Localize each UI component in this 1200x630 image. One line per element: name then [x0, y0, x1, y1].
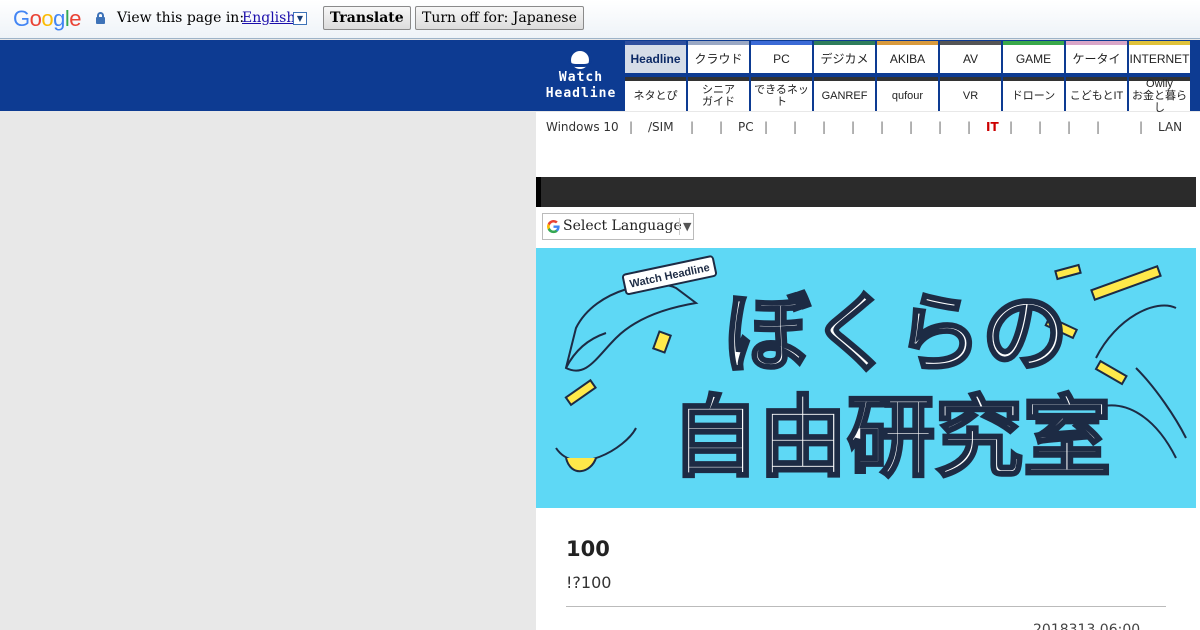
separator: | — [1038, 120, 1043, 134]
nav-digicame[interactable]: デジカメ — [814, 41, 875, 73]
nav-vr[interactable]: VR — [940, 77, 1001, 111]
nav-keitai[interactable]: ケータイ — [1066, 41, 1127, 73]
nav-game[interactable]: GAME — [1003, 41, 1064, 73]
nav-cloud[interactable]: クラウド — [688, 41, 749, 73]
language-select-link[interactable]: English — [242, 10, 295, 26]
separator: | — [764, 120, 769, 134]
nav-internet[interactable]: INTERNET — [1129, 41, 1190, 73]
separator: | — [967, 120, 972, 134]
banner-title-line1: ぼくらの — [724, 284, 1068, 384]
sublink-it[interactable]: IT — [986, 120, 999, 134]
nav-av[interactable]: AV — [940, 41, 1001, 73]
nav-pc[interactable]: PC — [751, 41, 812, 73]
sublink-pc[interactable]: PC — [738, 120, 754, 134]
nav-akiba[interactable]: AKIBA — [877, 41, 938, 73]
translate-button[interactable]: Translate — [323, 6, 411, 30]
hero-banner[interactable]: Watch Headline ぼくらの 自由研究室 — [536, 248, 1196, 508]
post-subtitle: !?100 — [566, 573, 612, 592]
separator: | — [629, 120, 634, 134]
divider — [679, 218, 680, 235]
section-header-bar — [536, 177, 1196, 207]
select-language-widget[interactable]: Select Language ▼ — [542, 213, 694, 240]
separator: | — [1139, 120, 1144, 134]
post-date: 2018313 06:00 — [1033, 622, 1141, 630]
separator: | — [1067, 120, 1072, 134]
dropdown-arrow-icon[interactable]: ▼ — [293, 12, 307, 25]
banner-title-line2: 自由研究室 — [671, 386, 1111, 489]
separator: | — [793, 120, 798, 134]
separator: | — [851, 120, 856, 134]
nav-netatopi[interactable]: ネタとぴ — [625, 77, 686, 111]
select-language-label: Select Language — [563, 218, 682, 234]
separator: | — [719, 120, 724, 134]
sublink-windows[interactable]: Windows 10 — [546, 120, 619, 134]
separator: | — [1096, 120, 1101, 134]
divider — [566, 606, 1166, 607]
post-title[interactable]: 100 — [566, 537, 610, 561]
nav-dekiru-net[interactable]: できるネット — [751, 77, 812, 111]
logo-text-line2: Headline — [545, 86, 617, 101]
separator: | — [909, 120, 914, 134]
site-nav-grid: Headline クラウド PC デジカメ AKIBA AV GAME ケータイ… — [624, 40, 1200, 114]
nav-qufour[interactable]: qufour — [877, 77, 938, 111]
separator: | — [822, 120, 827, 134]
site-logo[interactable]: Watch Headline — [540, 46, 622, 106]
separator: | — [1009, 120, 1014, 134]
google-g-icon — [547, 220, 560, 234]
nav-headline[interactable]: Headline — [625, 41, 686, 73]
separator: | — [690, 120, 695, 134]
separator: | — [938, 120, 943, 134]
globe-logo-icon — [568, 50, 592, 70]
view-page-label: View this page in: — [117, 10, 245, 26]
sublink-lan[interactable]: LAN — [1158, 120, 1182, 134]
google-logo: Google — [13, 6, 82, 31]
banner-illustration: Watch Headline ぼくらの 自由研究室 — [555, 255, 1187, 491]
nav-ganref[interactable]: GANREF — [814, 77, 875, 111]
nav-senior-guide[interactable]: シニア ガイド — [688, 77, 749, 111]
translate-bar: Google View this page in: English ▼ Tran… — [0, 0, 1200, 39]
nav-owlly[interactable]: Owlly お金と暮らし — [1129, 77, 1190, 114]
turn-off-button[interactable]: Turn off for: Japanese — [415, 6, 584, 30]
nav-drone[interactable]: ドローン — [1003, 77, 1064, 111]
dropdown-arrow-icon: ▼ — [683, 220, 692, 233]
sub-links-bar: Windows 10 | /SIM | | PC | | | | | | | |… — [536, 112, 1200, 142]
separator: | — [880, 120, 885, 134]
logo-text-line1: Watch — [558, 70, 604, 85]
nav-kodomo-it[interactable]: こどもとIT — [1066, 77, 1127, 111]
sublink-sim[interactable]: /SIM — [648, 120, 674, 134]
lock-icon — [96, 12, 105, 24]
